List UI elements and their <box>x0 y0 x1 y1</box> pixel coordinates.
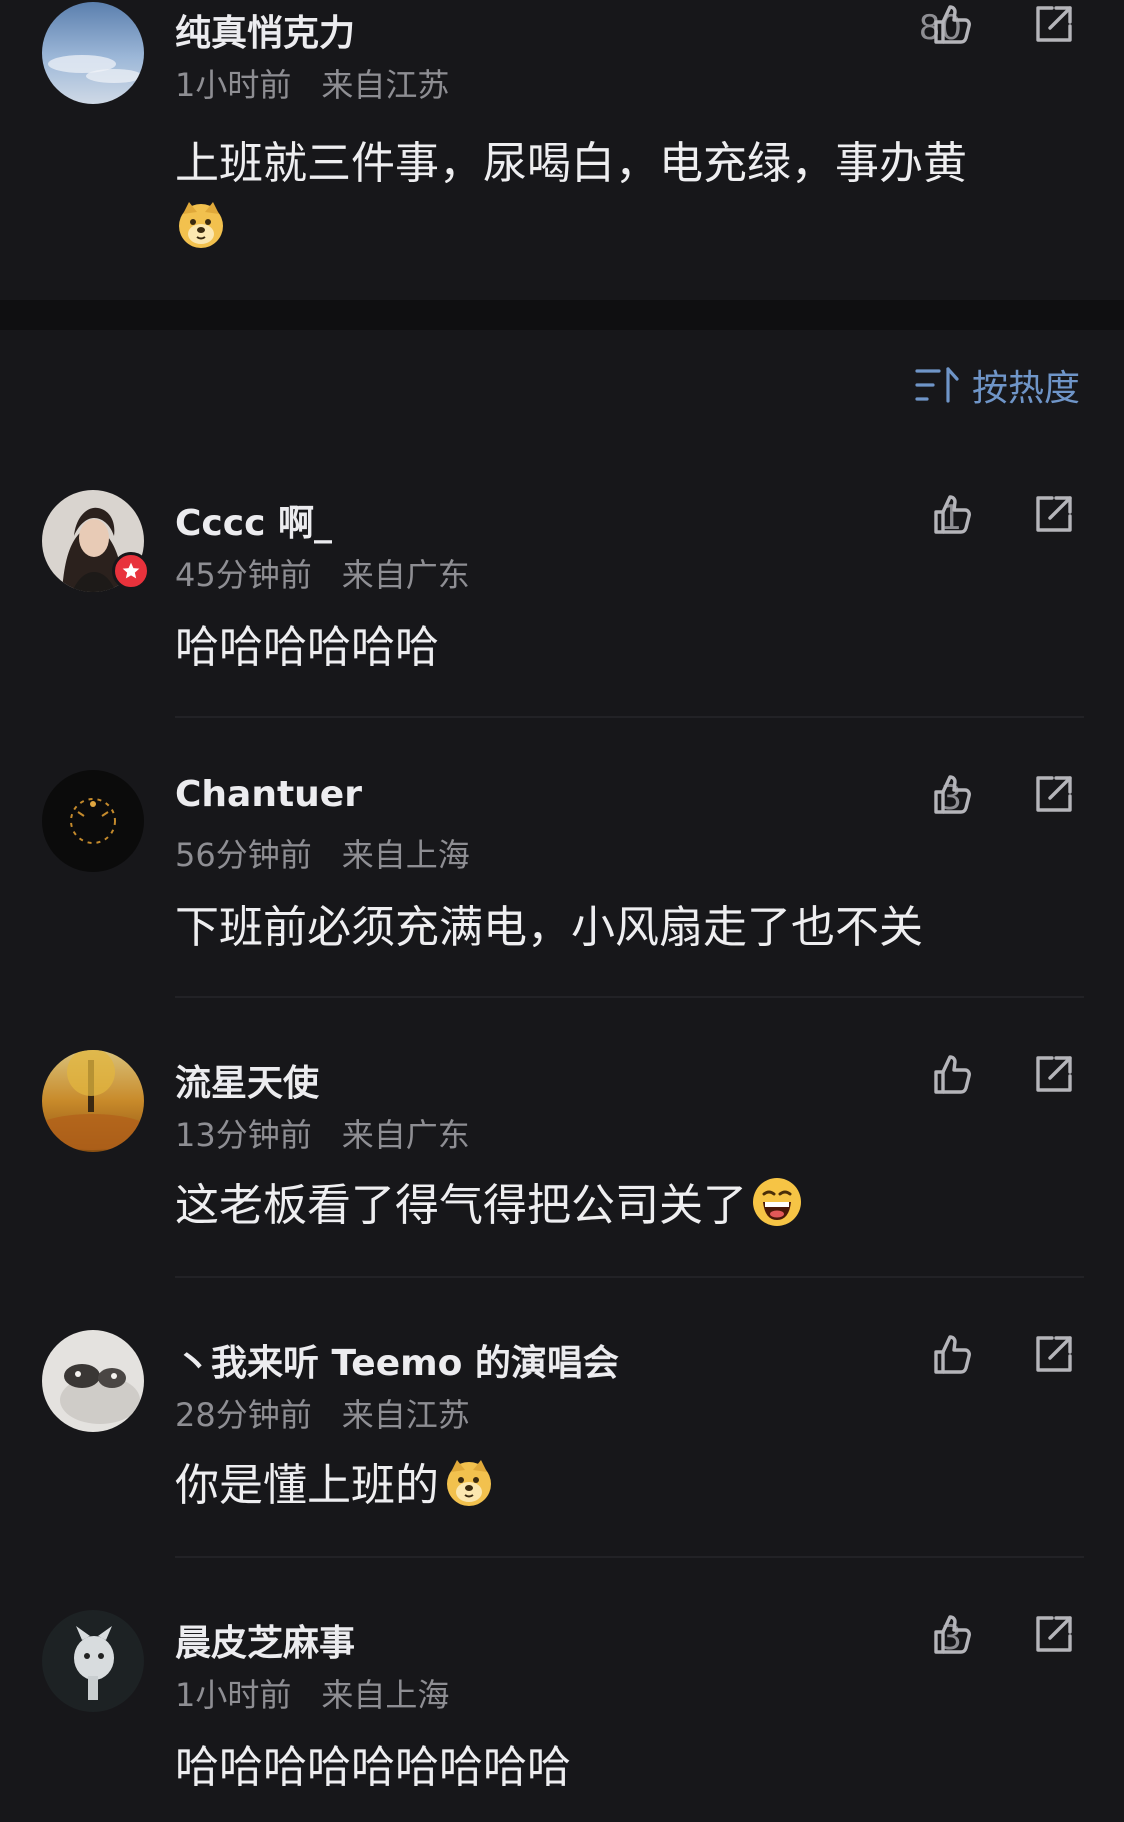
thumbs-up-icon[interactable] <box>928 1612 974 1658</box>
laughing-emoji-icon <box>751 1176 803 1228</box>
comment-time: 13分钟前 <box>175 1116 312 1154</box>
sort-label: 按热度 <box>971 368 1080 409</box>
comment-body: 上班就三件事，尿喝白，电充绿，事办黄 <box>175 138 967 189</box>
comment-meta: 1小时前 来自上海 <box>175 1670 449 1716</box>
comment-location: 来自江苏 <box>341 1396 470 1434</box>
comment-time: 28分钟前 <box>175 1396 312 1434</box>
comment-time: 1小时前 <box>175 66 292 104</box>
comment-feed: 纯真悄克力 1小时前 来自江苏 80 上班就三件事，尿喝白，电充绿，事办黄 按热度… <box>0 0 1124 1822</box>
username[interactable]: 晨皮芝麻事 <box>175 1614 355 1666</box>
share-icon[interactable] <box>1030 772 1076 818</box>
thumbs-up-icon[interactable] <box>928 772 974 818</box>
doge-emoji-icon <box>443 1456 495 1508</box>
comment-body: 你是懂上班的 <box>175 1460 439 1511</box>
comment-text: 哈哈哈哈哈哈哈哈哈 <box>175 1742 571 1793</box>
avatar[interactable] <box>42 1050 144 1152</box>
comment-text: 这老板看了得气得把公司关了 <box>175 1174 1084 1238</box>
avatar[interactable] <box>42 770 144 872</box>
avatar[interactable] <box>42 1330 144 1432</box>
username[interactable]: 丶我来听 Teemo 的演唱会 <box>175 1334 619 1386</box>
divider <box>175 1556 1084 1558</box>
doge-emoji-icon <box>175 198 227 250</box>
username[interactable]: 流星天使 <box>175 1054 319 1106</box>
username[interactable]: Chantuer <box>175 774 362 815</box>
avatar[interactable] <box>42 2 144 104</box>
comment-time: 45分钟前 <box>175 556 312 594</box>
comment-location: 来自广东 <box>341 556 470 594</box>
star-badge-icon <box>112 552 150 590</box>
comment-meta: 13分钟前 来自广东 <box>175 1110 470 1156</box>
comment-text: 哈哈哈哈哈哈 <box>175 622 439 673</box>
section-divider <box>0 300 1124 330</box>
comment-meta: 1小时前 来自江苏 <box>175 60 449 106</box>
comment-location: 来自广东 <box>341 1116 470 1154</box>
avatar[interactable] <box>42 1610 144 1712</box>
sort-icon <box>915 367 959 403</box>
comment-body: 这老板看了得气得把公司关了 <box>175 1180 747 1231</box>
comment-time: 56分钟前 <box>175 836 312 874</box>
username[interactable]: Cccc 啊_ <box>175 494 332 546</box>
comment-time: 1小时前 <box>175 1676 292 1714</box>
share-icon[interactable] <box>1030 492 1076 538</box>
sort-by-hot-button[interactable]: 按热度 <box>914 360 1080 410</box>
comment-text: 下班前必须充满电，小风扇走了也不关 <box>175 902 923 953</box>
comment-text: 上班就三件事，尿喝白，电充绿，事办黄 <box>175 132 1084 260</box>
thumbs-up-icon[interactable] <box>928 2 974 48</box>
comment-text: 你是懂上班的 <box>175 1454 1084 1518</box>
share-icon[interactable] <box>1030 1332 1076 1378</box>
thumbs-up-icon[interactable] <box>928 1052 974 1098</box>
comment-meta: 45分钟前 来自广东 <box>175 550 470 596</box>
thumbs-up-icon[interactable] <box>928 1332 974 1378</box>
share-icon[interactable] <box>1030 1052 1076 1098</box>
comment-meta: 28分钟前 来自江苏 <box>175 1390 470 1436</box>
divider <box>175 996 1084 998</box>
username[interactable]: 纯真悄克力 <box>175 4 355 56</box>
divider <box>175 1276 1084 1278</box>
comment-location: 来自上海 <box>321 1676 450 1714</box>
comment-meta: 56分钟前 来自上海 <box>175 830 470 876</box>
thumbs-up-icon[interactable] <box>928 492 974 538</box>
comment-location: 来自上海 <box>341 836 470 874</box>
share-icon[interactable] <box>1030 2 1076 48</box>
comment-location: 来自江苏 <box>321 66 450 104</box>
divider <box>175 716 1084 718</box>
share-icon[interactable] <box>1030 1612 1076 1658</box>
